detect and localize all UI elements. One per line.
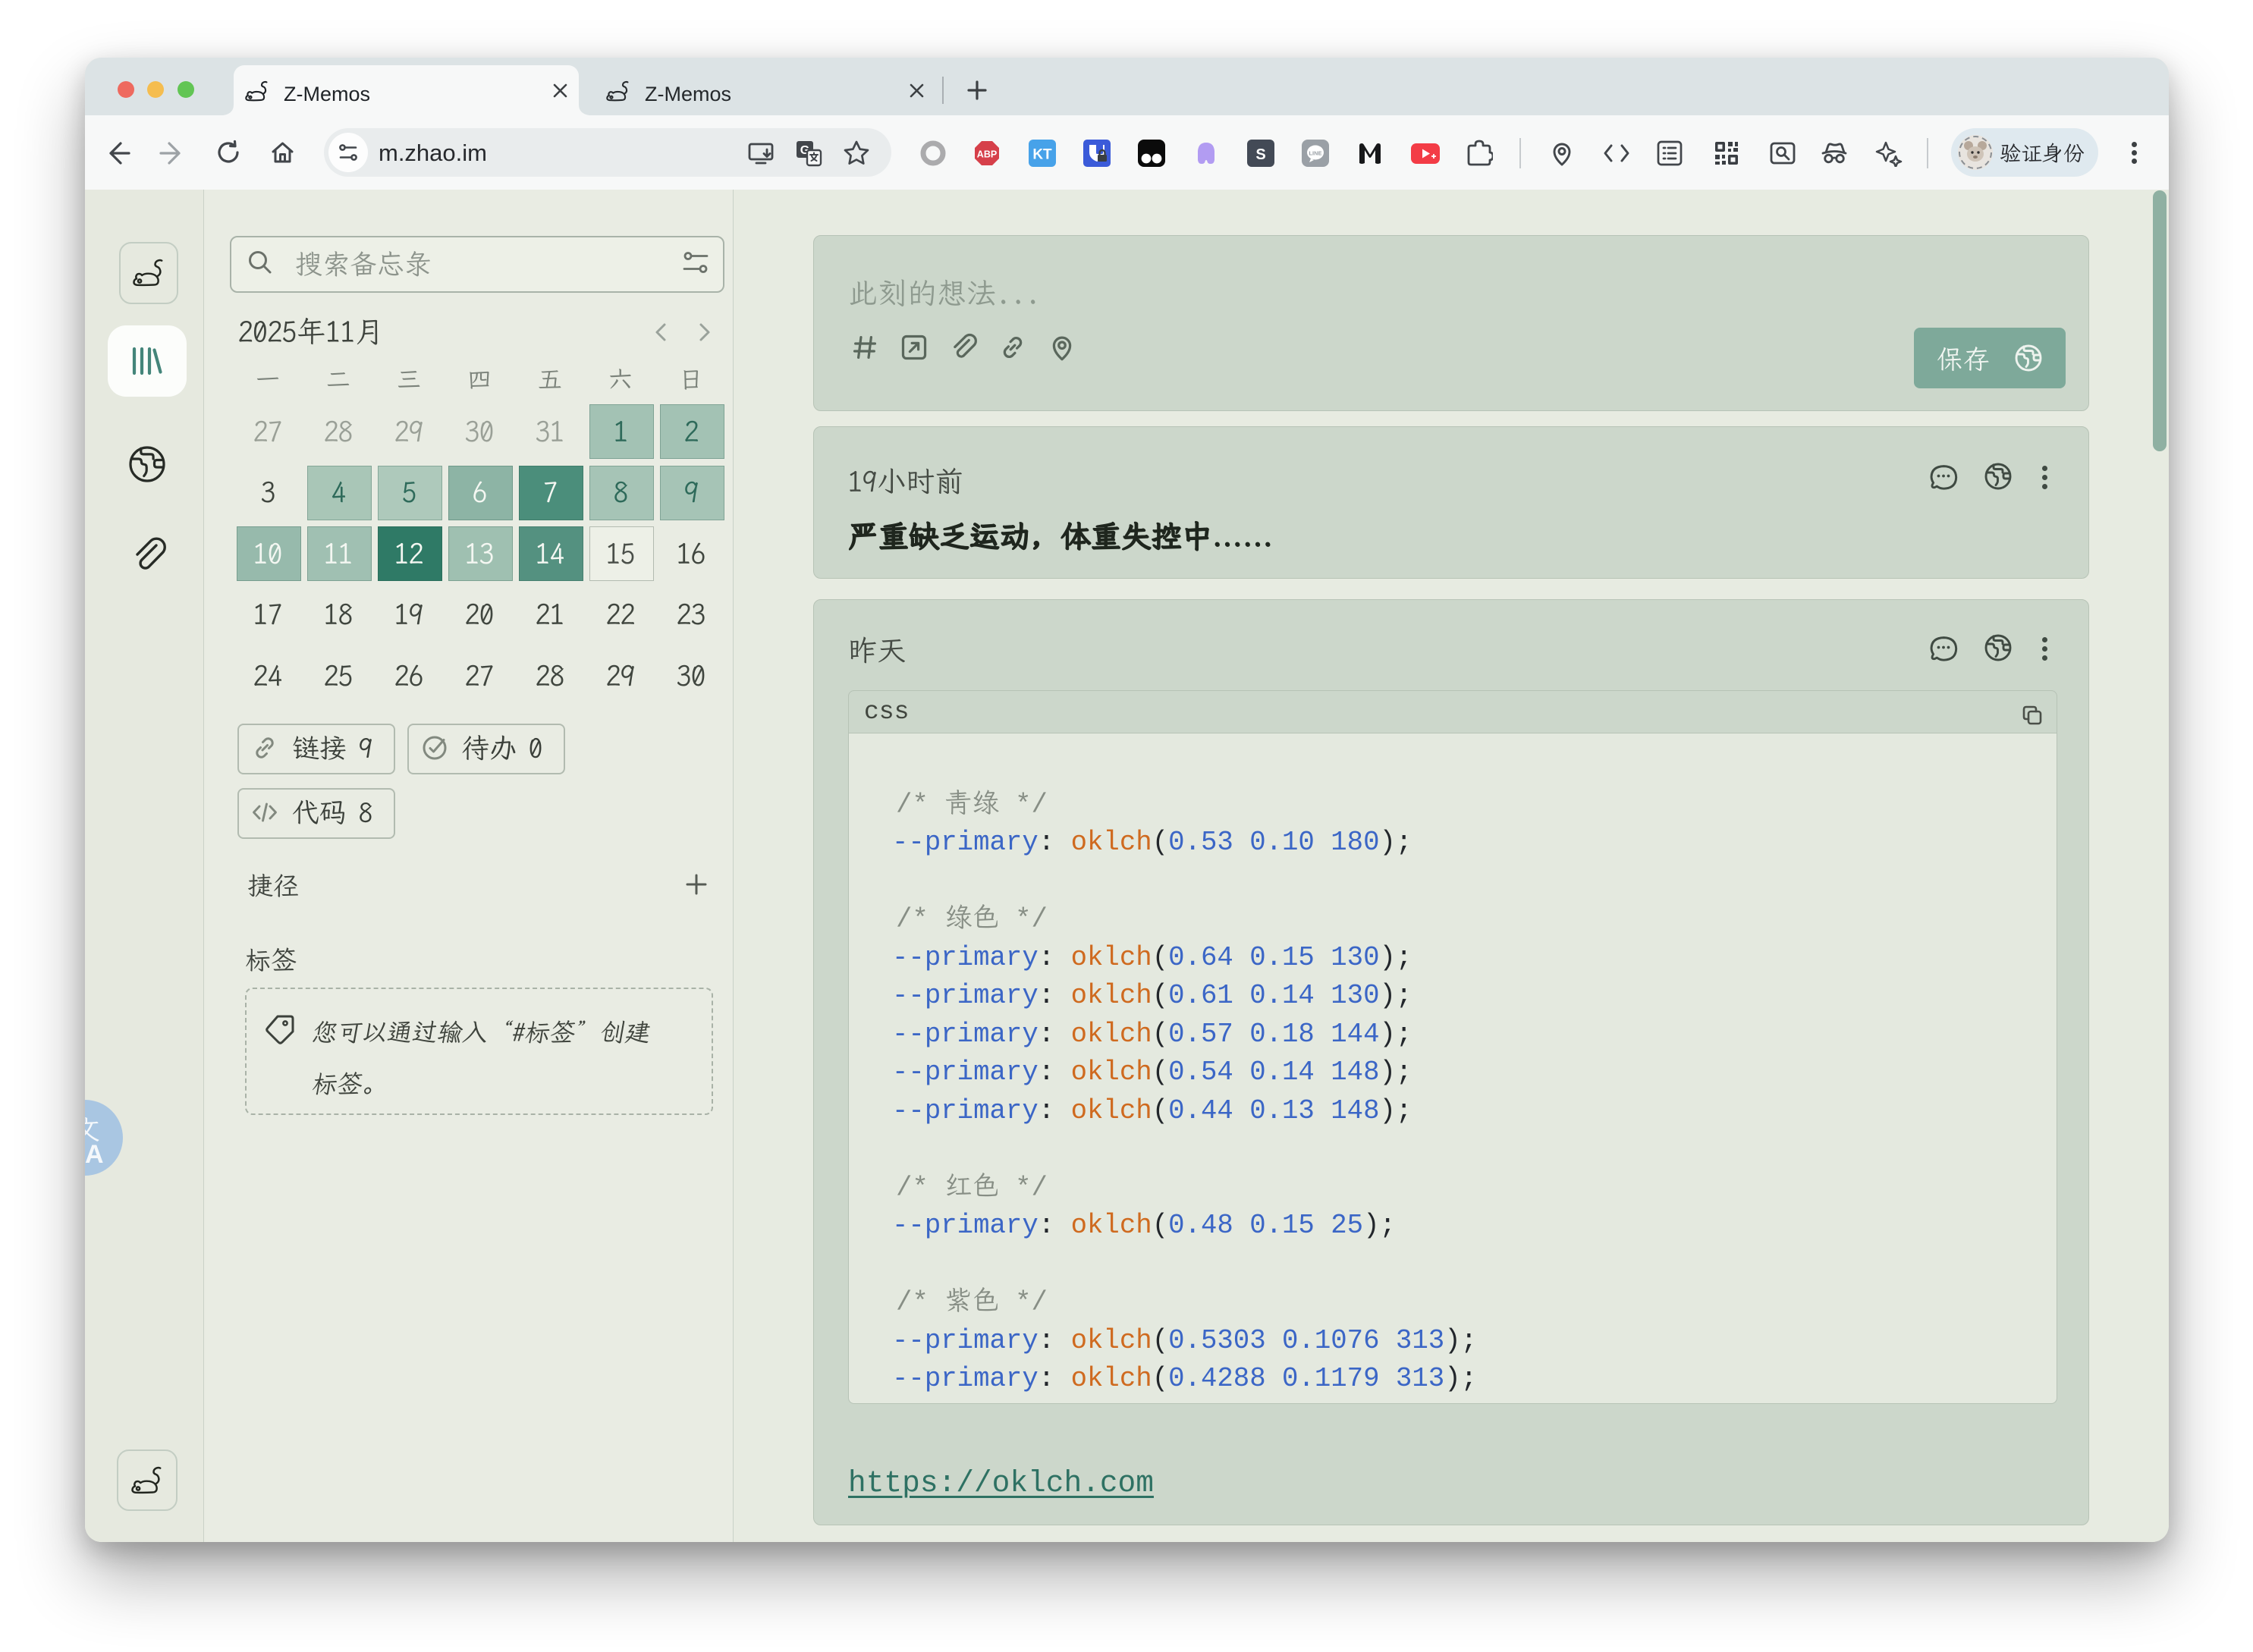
svg-text:ABP: ABP (977, 149, 997, 160)
svg-text:S: S (1255, 146, 1265, 163)
svg-text:KT: KT (1032, 147, 1052, 163)
svg-text:LINE: LINE (1309, 150, 1321, 157)
